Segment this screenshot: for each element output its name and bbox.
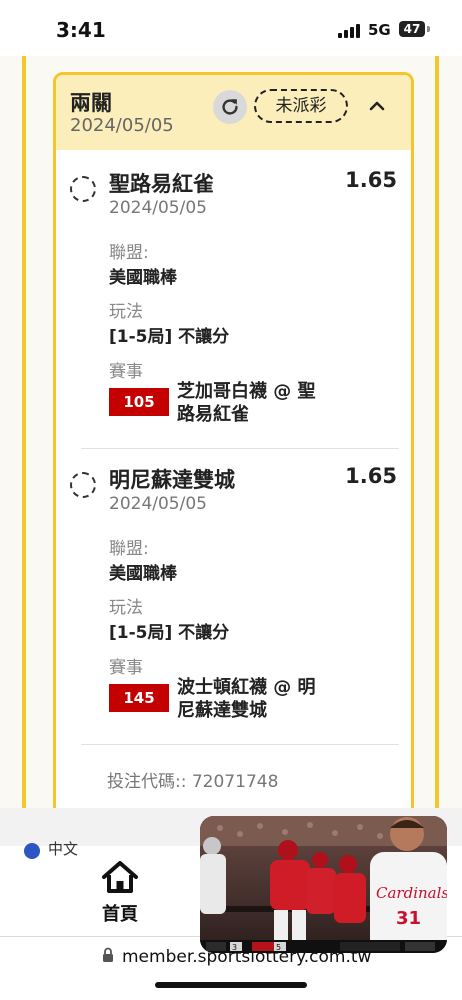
ticket-title: 兩關 bbox=[70, 91, 112, 115]
event-matchup-line: 路易紅雀 bbox=[177, 404, 249, 425]
ticket-code: 投注代碼:: 72071748 bbox=[107, 772, 279, 792]
language-flag-icon[interactable] bbox=[24, 843, 40, 859]
collapse-button[interactable] bbox=[364, 93, 390, 119]
pending-status-icon bbox=[70, 472, 96, 498]
bet-odds: 1.65 bbox=[345, 464, 397, 488]
bet-leg: 聖路易紅雀 1.65 2024/05/05 聯盟: 美國職棒 玩法 [1-5局]… bbox=[56, 150, 411, 450]
chevron-up-icon bbox=[369, 101, 385, 111]
status-bar: 3:41 5G 47 bbox=[0, 0, 462, 56]
league-value: 美國職棒 bbox=[109, 268, 177, 288]
league-label: 聯盟: bbox=[109, 243, 149, 263]
bet-team: 明尼蘇達雙城 bbox=[109, 468, 235, 492]
ticket-header[interactable]: 兩關 2024/05/05 未派彩 bbox=[56, 75, 411, 150]
event-code-badge: 145 bbox=[109, 684, 169, 712]
event-label: 賽事 bbox=[109, 658, 143, 678]
status-badge: 未派彩 bbox=[254, 89, 348, 123]
bet-history-page: 兩關 2024/05/05 未派彩 聖路易紅雀 1.65 2024/05/05 … bbox=[0, 56, 462, 808]
play-label: 玩法 bbox=[109, 598, 143, 618]
video-frame: Cardinals 31 3 5 bbox=[200, 816, 447, 953]
bet-date: 2024/05/05 bbox=[109, 198, 207, 218]
right-accent-line bbox=[435, 56, 439, 808]
left-accent-line bbox=[22, 56, 26, 808]
league-label: 聯盟: bbox=[109, 539, 149, 559]
play-value: [1-5局] 不讓分 bbox=[109, 327, 230, 347]
bet-odds: 1.65 bbox=[345, 168, 397, 192]
event-matchup-line: 芝加哥白襪 @ 聖 bbox=[177, 381, 316, 402]
pip-video-player[interactable]: Cardinals 31 3 5 bbox=[200, 816, 447, 953]
refresh-icon bbox=[222, 99, 238, 115]
battery-tip bbox=[427, 26, 430, 32]
event-matchup-line: 尼蘇達雙城 bbox=[177, 700, 267, 721]
bet-date: 2024/05/05 bbox=[109, 494, 207, 514]
network-label: 5G bbox=[368, 21, 391, 39]
home-indicator bbox=[155, 982, 307, 988]
event-label: 賽事 bbox=[109, 362, 143, 382]
event-matchup: 芝加哥白襪 @ 聖 路易紅雀 bbox=[177, 380, 337, 426]
status-time: 3:41 bbox=[56, 18, 106, 42]
event-code-badge: 105 bbox=[109, 388, 169, 416]
refresh-button[interactable] bbox=[213, 90, 247, 124]
play-label: 玩法 bbox=[109, 302, 143, 322]
pending-status-icon bbox=[70, 176, 96, 202]
parlay-ticket-card: 兩關 2024/05/05 未派彩 聖路易紅雀 1.65 2024/05/05 … bbox=[53, 72, 414, 808]
score-away: 3 bbox=[232, 943, 237, 952]
play-value: [1-5局] 不讓分 bbox=[109, 623, 230, 643]
nav-home-label[interactable]: 首頁 bbox=[102, 900, 138, 926]
league-value: 美國職棒 bbox=[109, 564, 177, 584]
home-icon[interactable] bbox=[101, 860, 139, 894]
battery-icon: 47 bbox=[399, 21, 425, 37]
lock-icon bbox=[103, 947, 113, 962]
event-matchup-line: 波士頓紅襪 @ 明 bbox=[177, 677, 316, 698]
event-matchup: 波士頓紅襪 @ 明 尼蘇達雙城 bbox=[177, 676, 337, 722]
bet-team: 聖路易紅雀 bbox=[109, 172, 214, 196]
score-home: 5 bbox=[276, 943, 281, 952]
signal-icon bbox=[338, 24, 362, 38]
divider bbox=[81, 744, 399, 745]
bet-leg: 明尼蘇達雙城 1.65 2024/05/05 聯盟: 美國職棒 玩法 [1-5局… bbox=[56, 446, 411, 746]
jersey-text: Cardinals bbox=[376, 884, 447, 902]
ticket-date: 2024/05/05 bbox=[70, 115, 174, 136]
jersey-number: 31 bbox=[396, 908, 421, 929]
language-label[interactable]: 中文 bbox=[48, 838, 78, 859]
